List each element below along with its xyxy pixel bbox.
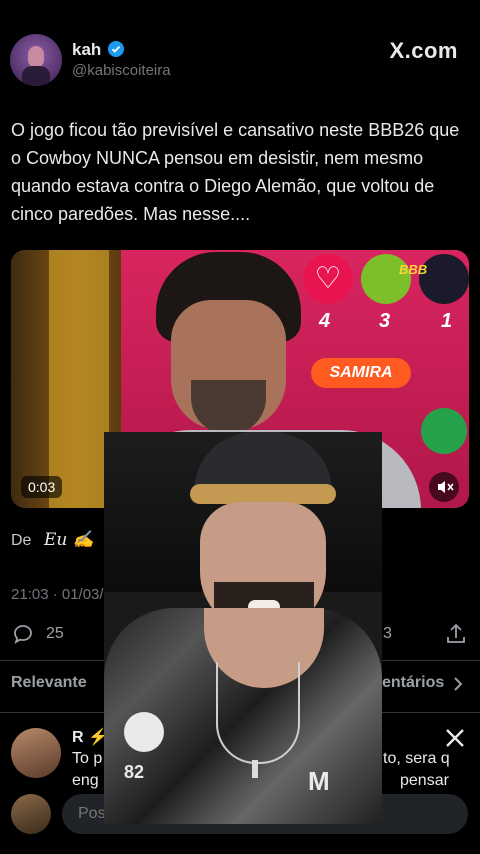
reply-icon[interactable] (11, 622, 35, 646)
share-icon[interactable] (444, 622, 468, 646)
webcam-overlay: 82 M (104, 432, 382, 824)
reply-count: 25 (46, 625, 64, 642)
reply-text-line1-left: To p (72, 750, 103, 767)
author-avatar[interactable] (10, 34, 62, 86)
video-heart-icon: ♡ (303, 254, 353, 304)
composer-avatar[interactable] (11, 794, 51, 834)
verified-badge-icon (108, 41, 124, 57)
video-score-2: 3 (379, 310, 391, 332)
video-doorframe (49, 250, 109, 508)
reply-name[interactable]: R ⚡ (72, 727, 108, 747)
comments-link[interactable]: entários (382, 674, 444, 692)
avatar-body (22, 66, 50, 86)
webcam-shirt-badge (124, 712, 164, 752)
chevron-right-icon (452, 675, 464, 693)
webcam-cap-brim (190, 484, 336, 504)
brand-logo: X.com (389, 38, 458, 63)
reply-text-line2-left: eng (72, 772, 99, 789)
avatar-figure (28, 46, 44, 68)
author-name[interactable]: kah (72, 40, 101, 60)
webcam-necklace (216, 662, 300, 764)
video-mute-icon[interactable] (429, 472, 459, 502)
video-time: 0:03 (21, 476, 63, 498)
top-bar (0, 0, 480, 24)
video-name-plate: SAMIRA (311, 358, 411, 388)
video-bbb-logo: BBB (399, 262, 428, 277)
sort-label[interactable]: Relevante (11, 674, 87, 692)
tweet-text: O jogo ficou tão previsível e cansativo … (11, 120, 460, 224)
share-count: 3 (383, 625, 392, 642)
webcam-pendant (252, 760, 258, 778)
from-label: De (11, 532, 32, 549)
x-close-icon[interactable] (444, 727, 466, 749)
webcam-shirt-logo: M (308, 766, 330, 796)
video-plant-icon (421, 408, 467, 454)
video-score-1: 4 (319, 310, 331, 332)
reply-text-line2-right: pensar (400, 772, 449, 789)
video-score-3: 1 (441, 310, 453, 332)
author-handle[interactable]: @kabiscoiteira (72, 62, 171, 79)
reply-text-line1-right: to, sera q (383, 750, 450, 767)
reply-avatar[interactable] (11, 728, 61, 778)
webcam-shirt-number: 82 (124, 762, 145, 782)
from-name[interactable]: Eu ✍️ (44, 530, 94, 550)
